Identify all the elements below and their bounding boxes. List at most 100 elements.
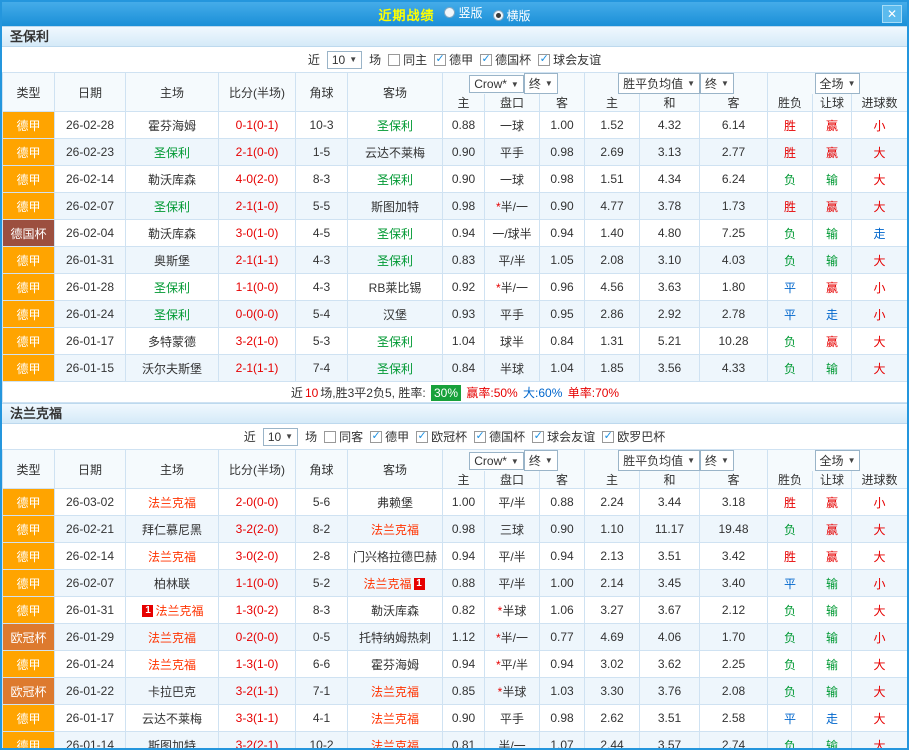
recent-count-select[interactable]: 10 ▼ xyxy=(326,50,363,69)
odds-company-select[interactable]: Crow* ▼ xyxy=(469,452,524,470)
euro-draw-odds: 3.62 xyxy=(639,650,700,678)
match-type: 德甲 xyxy=(2,596,55,624)
team-name-text: 斯图加特 xyxy=(147,738,196,750)
handicap-text: 半球 xyxy=(502,684,527,699)
checkbox-checked-icon[interactable]: ✓ xyxy=(370,430,383,443)
checkbox-checked-icon[interactable]: ✓ xyxy=(416,430,429,443)
column-header: 主 xyxy=(442,94,485,112)
column-header: 角球 xyxy=(295,449,348,489)
filter-checkbox[interactable]: ✓ 球会友谊 xyxy=(538,51,601,68)
filter-checkbox[interactable]: 同客 xyxy=(324,428,363,445)
euro-draw-odds: 3.57 xyxy=(639,731,700,748)
team-name-text: 法兰克福 xyxy=(155,603,204,618)
handicap-home-odds: 0.84 xyxy=(442,354,485,382)
match-score: 1-1(0-0) xyxy=(218,273,296,301)
column-header: 胜负 xyxy=(767,471,814,489)
checkbox-checked-icon[interactable]: ✓ xyxy=(434,53,447,66)
goals-outcome: 大 xyxy=(851,677,907,705)
period-select-value: 终 xyxy=(705,454,718,468)
period-select[interactable]: 终 ▼ xyxy=(523,73,558,94)
odds-company-select-value: Crow* xyxy=(474,454,507,468)
column-header: 角球 xyxy=(295,72,348,112)
checkbox-unchecked-icon[interactable] xyxy=(324,430,337,443)
filter-row: 近 10 ▼ 场同主 ✓ 德甲 ✓ 德国杯 ✓ 球会友谊 xyxy=(2,47,907,72)
period-select[interactable]: 终 ▼ xyxy=(700,450,734,471)
match-row: 德甲 26-01-24 圣保利 0-0(0-0) 5-4 汉堡 0.93 平手 0.95 2.86… xyxy=(2,300,907,328)
handicap-away-odds: 0.88 xyxy=(539,488,585,516)
match-score: 1-3(0-2) xyxy=(218,596,296,624)
handicap-outcome: 输 xyxy=(812,246,853,274)
euro-home-odds: 2.24 xyxy=(584,488,640,516)
match-row: 德甲 26-01-31 奥斯堡 2-1(1-1) 4-3 圣保利 0.83 平/半 1.05 2.… xyxy=(2,246,907,274)
column-header: 客 xyxy=(698,94,769,112)
checkbox-checked-icon[interactable]: ✓ xyxy=(474,430,487,443)
handicap-text: 半球 xyxy=(502,603,527,618)
handicap-text: 平/半 xyxy=(498,253,526,268)
euro-home-odds: 4.69 xyxy=(584,623,640,651)
euro-away-odds: 2.25 xyxy=(698,650,769,678)
goals-outcome: 小 xyxy=(851,569,907,597)
filter-checkbox[interactable]: ✓ 德甲 xyxy=(434,51,473,68)
filter-checkbox[interactable]: ✓ 球会友谊 xyxy=(532,428,595,445)
checkbox-unchecked-icon[interactable] xyxy=(388,53,401,66)
red-card-badge: 1 xyxy=(142,605,154,618)
home-team: 法兰克福 xyxy=(125,542,219,570)
column-header: 客场 xyxy=(347,449,443,489)
europe-odds-select[interactable]: 胜平负均值 ▼ xyxy=(618,450,700,471)
filter-checkbox[interactable]: ✓ 欧冠杯 xyxy=(416,428,467,445)
away-team: 法兰克福 xyxy=(347,704,443,732)
scope-select[interactable]: 全场 ▼ xyxy=(814,73,861,94)
match-score: 2-1(1-1) xyxy=(218,354,296,382)
euro-draw-odds: 3.76 xyxy=(639,677,700,705)
match-type: 德甲 xyxy=(2,111,55,139)
layout-radio-unselected[interactable]: 竖版 xyxy=(444,4,483,21)
checkbox-checked-icon[interactable]: ✓ xyxy=(538,53,551,66)
period-select-value: 终 xyxy=(705,77,718,91)
odds-company-select[interactable]: Crow* ▼ xyxy=(469,75,524,93)
europe-odds-header: 胜平负均值 ▼ 终 ▼ xyxy=(583,72,769,94)
handicap-outcome: 赢 xyxy=(812,488,853,516)
goals-outcome: 大 xyxy=(851,192,907,220)
recent-results-dialog: 近期战绩 竖版 横版 ✕ 圣保利近 10 ▼ 场同主 ✓ 德甲 ✓ 德国杯 ✓ 球会友谊 类型 日期 主场… xyxy=(0,0,909,750)
close-icon[interactable]: ✕ xyxy=(882,5,902,23)
handicap-outcome: 输 xyxy=(812,596,853,624)
recent-count-select[interactable]: 10 ▼ xyxy=(262,427,299,446)
handicap-line: 半球 xyxy=(484,354,540,382)
checkbox-label: 球会友谊 xyxy=(547,430,596,444)
filter-checkbox[interactable]: ✓ 德国杯 xyxy=(480,51,531,68)
away-team: 门兴格拉德巴赫 xyxy=(347,542,443,570)
away-team: 法兰克福 1 xyxy=(347,569,443,597)
euro-home-odds: 1.40 xyxy=(584,219,640,247)
handicap-away-odds: 1.05 xyxy=(539,246,585,274)
home-team: 圣保利 xyxy=(125,138,219,166)
filter-checkbox[interactable]: ✓ 德国杯 xyxy=(474,428,525,445)
away-team: 托特纳姆热刺 xyxy=(347,623,443,651)
period-select[interactable]: 终 ▼ xyxy=(700,73,734,94)
period-select[interactable]: 终 ▼ xyxy=(523,450,558,471)
scope-select[interactable]: 全场 ▼ xyxy=(814,450,861,471)
match-score: 1-3(1-0) xyxy=(218,650,296,678)
checkbox-checked-icon[interactable]: ✓ xyxy=(602,430,615,443)
europe-odds-select[interactable]: 胜平负均值 ▼ xyxy=(618,73,700,94)
layout-radio-selected[interactable]: 横版 xyxy=(492,7,531,24)
checkbox-checked-icon[interactable]: ✓ xyxy=(480,53,493,66)
checkbox-label: 球会友谊 xyxy=(553,53,602,67)
column-header: 客 xyxy=(698,471,769,489)
filter-checkbox[interactable]: ✓ 欧罗巴杯 xyxy=(602,428,665,445)
odds-company-header: Crow* ▼ 终 ▼ xyxy=(442,449,585,471)
euro-away-odds: 1.80 xyxy=(698,273,769,301)
checkbox-label: 德国杯 xyxy=(495,53,532,67)
corner-score: 8-2 xyxy=(295,515,348,543)
handicap-home-odds: 0.90 xyxy=(442,704,485,732)
result-outcome: 负 xyxy=(767,596,814,624)
euro-away-odds: 2.08 xyxy=(698,677,769,705)
team-name-text: 奥斯堡 xyxy=(153,253,190,268)
handicap-away-odds: 0.98 xyxy=(539,704,585,732)
checkbox-checked-icon[interactable]: ✓ xyxy=(532,430,545,443)
filter-checkbox[interactable]: 同主 xyxy=(388,51,427,68)
match-date: 26-02-21 xyxy=(54,515,126,543)
filter-checkbox[interactable]: ✓ 德甲 xyxy=(370,428,409,445)
euro-away-odds: 4.03 xyxy=(698,246,769,274)
home-team: 沃尔夫斯堡 xyxy=(125,354,219,382)
team-name-text: 沃尔夫斯堡 xyxy=(141,361,202,376)
